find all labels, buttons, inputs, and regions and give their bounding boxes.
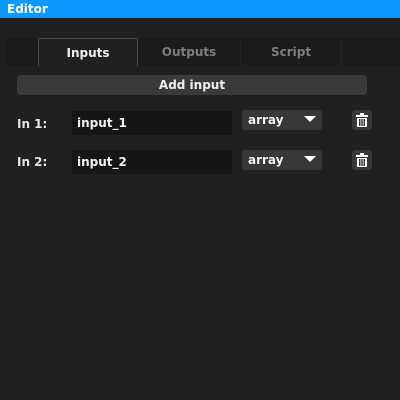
- tab-outputs[interactable]: Outputs: [138, 38, 241, 65]
- input-type-select[interactable]: array: [242, 110, 322, 130]
- tab-inputs[interactable]: Inputs: [38, 38, 138, 66]
- editor-window: Editor Inputs Outputs Script Add input I…: [0, 0, 400, 400]
- delete-input-button[interactable]: [352, 110, 372, 130]
- add-input-button[interactable]: Add input: [17, 75, 367, 95]
- input-type-value: array: [248, 153, 284, 167]
- window-title: Editor: [7, 2, 48, 16]
- input-type-select[interactable]: array: [242, 150, 322, 170]
- trash-icon: [356, 113, 368, 127]
- chevron-down-icon: [304, 156, 316, 162]
- title-bar: Editor: [0, 0, 400, 18]
- trash-icon: [356, 153, 368, 167]
- input-row-label: In 2:: [17, 155, 48, 169]
- input-name-field[interactable]: [72, 111, 232, 135]
- input-type-value: array: [248, 113, 284, 127]
- input-name-field[interactable]: [72, 150, 232, 174]
- input-row-label: In 1:: [17, 117, 48, 131]
- delete-input-button[interactable]: [352, 150, 372, 170]
- tab-script[interactable]: Script: [241, 38, 342, 65]
- chevron-down-icon: [304, 116, 316, 122]
